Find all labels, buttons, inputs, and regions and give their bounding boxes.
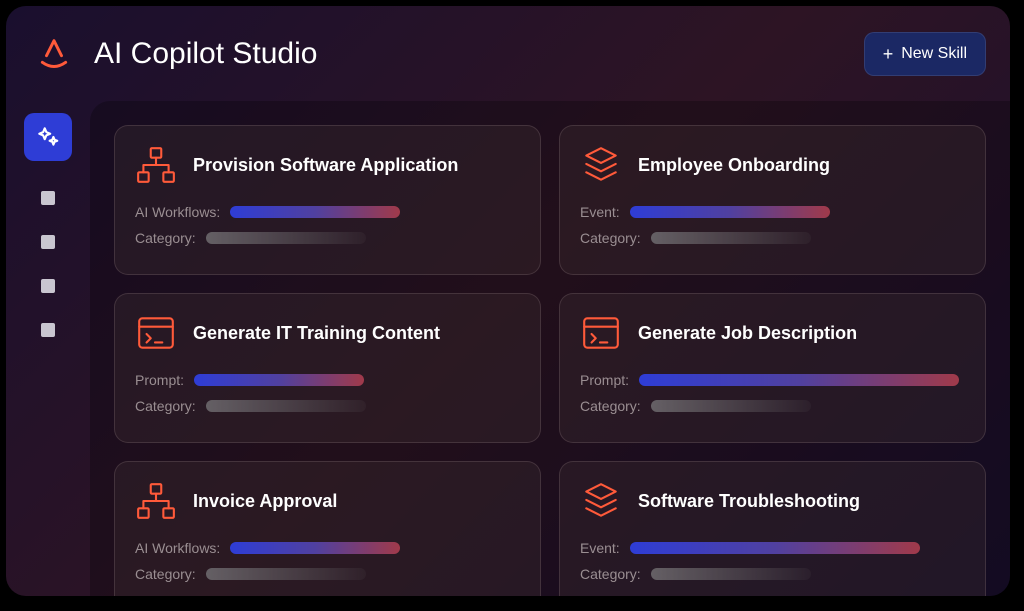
card-label: AI Workflows: (135, 540, 220, 556)
hierarchy-icon (135, 480, 177, 522)
value-bar (630, 542, 920, 554)
card-label: Category: (135, 398, 196, 414)
plus-icon: + (883, 45, 894, 63)
card-row-1: Prompt: (135, 372, 520, 388)
hierarchy-icon (135, 144, 177, 186)
value-bar (651, 400, 811, 412)
sidebar-item-placeholder-4[interactable] (41, 323, 55, 337)
value-bar (206, 232, 366, 244)
value-bar (194, 374, 364, 386)
card-head: Employee Onboarding (580, 144, 965, 186)
value-bar (651, 568, 811, 580)
card-label: Category: (135, 566, 196, 582)
sparkles-icon (35, 124, 61, 150)
value-bar (206, 568, 366, 580)
value-bar (651, 232, 811, 244)
card-row-2: Category: (135, 230, 520, 246)
card-title: Generate Job Description (638, 323, 857, 344)
card-head: Generate Job Description (580, 312, 965, 354)
card-row-1: Prompt: (580, 372, 965, 388)
header: AI Copilot Studio + New Skill (6, 6, 1010, 101)
app-logo-icon (30, 30, 78, 78)
card-label: Event: (580, 540, 620, 556)
card-row-1: AI Workflows: (135, 204, 520, 220)
skill-card[interactable]: Employee Onboarding Event: Category: (559, 125, 986, 275)
card-row-2: Category: (580, 398, 965, 414)
sidebar-item-skills[interactable] (24, 113, 72, 161)
card-head: Provision Software Application (135, 144, 520, 186)
card-row-1: AI Workflows: (135, 540, 520, 556)
card-row-2: Category: (580, 566, 965, 582)
card-head: Software Troubleshooting (580, 480, 965, 522)
card-title: Software Troubleshooting (638, 491, 860, 512)
card-row-2: Category: (135, 398, 520, 414)
card-title: Provision Software Application (193, 155, 458, 176)
skill-card[interactable]: Generate IT Training Content Prompt: Cat… (114, 293, 541, 443)
terminal-icon (580, 312, 622, 354)
card-row-2: Category: (580, 230, 965, 246)
sidebar-item-placeholder-2[interactable] (41, 235, 55, 249)
card-label: Event: (580, 204, 620, 220)
value-bar (230, 542, 400, 554)
card-title: Generate IT Training Content (193, 323, 440, 344)
value-bar (639, 374, 959, 386)
layers-icon (580, 144, 622, 186)
new-skill-label: New Skill (901, 45, 967, 63)
skill-card[interactable]: Software Troubleshooting Event: Category… (559, 461, 986, 596)
value-bar (630, 206, 830, 218)
skill-card[interactable]: Provision Software Application AI Workfl… (114, 125, 541, 275)
skill-grid: Provision Software Application AI Workfl… (114, 125, 986, 596)
new-skill-button[interactable]: + New Skill (864, 32, 986, 76)
card-head: Generate IT Training Content (135, 312, 520, 354)
card-label: Category: (580, 230, 641, 246)
card-label: Category: (135, 230, 196, 246)
card-label: Prompt: (580, 372, 629, 388)
layers-icon (580, 480, 622, 522)
sidebar-item-placeholder-3[interactable] (41, 279, 55, 293)
card-row-1: Event: (580, 204, 965, 220)
value-bar (230, 206, 400, 218)
card-row-1: Event: (580, 540, 965, 556)
skill-card[interactable]: Generate Job Description Prompt: Categor… (559, 293, 986, 443)
card-label: Category: (580, 398, 641, 414)
app-window: AI Copilot Studio + New Skill Provision … (6, 6, 1010, 596)
card-label: AI Workflows: (135, 204, 220, 220)
skill-card[interactable]: Invoice Approval AI Workflows: Category: (114, 461, 541, 596)
card-head: Invoice Approval (135, 480, 520, 522)
card-title: Invoice Approval (193, 491, 337, 512)
body: Provision Software Application AI Workfl… (6, 101, 1010, 596)
card-title: Employee Onboarding (638, 155, 830, 176)
app-title: AI Copilot Studio (94, 37, 848, 71)
terminal-icon (135, 312, 177, 354)
main-content: Provision Software Application AI Workfl… (90, 101, 1010, 596)
sidebar (6, 101, 90, 596)
value-bar (206, 400, 366, 412)
card-label: Prompt: (135, 372, 184, 388)
card-label: Category: (580, 566, 641, 582)
sidebar-item-placeholder-1[interactable] (41, 191, 55, 205)
card-row-2: Category: (135, 566, 520, 582)
